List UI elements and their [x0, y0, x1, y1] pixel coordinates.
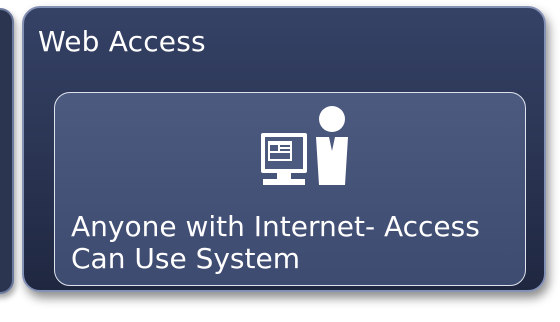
card-description-line-2: Can Use System	[71, 242, 300, 275]
adjacent-panel-edge	[0, 8, 14, 294]
person-icon	[316, 106, 348, 185]
feature-card: Anyone with Internet- Access Can Use Sys…	[54, 92, 526, 286]
panel-title: Web Access	[38, 25, 206, 58]
web-access-panel: Web Access Anyone with Internet- Access …	[22, 6, 546, 292]
icon-group	[221, 105, 361, 195]
computer-monitor-icon	[261, 106, 348, 185]
card-description: Anyone with Internet- Access Can Use Sys…	[71, 211, 517, 275]
computer-monitor-icon	[261, 133, 307, 185]
card-description-line-1: Anyone with Internet- Access	[71, 210, 480, 243]
